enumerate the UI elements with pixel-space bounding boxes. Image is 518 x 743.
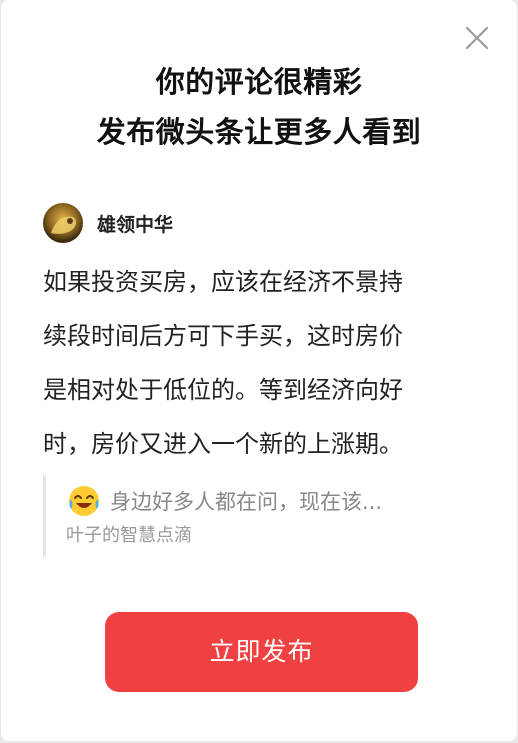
quoted-post-text: 身边好多人都在问，现在该... xyxy=(110,490,383,514)
close-button[interactable] xyxy=(463,24,491,52)
dialog-headline: 你的评论很精彩 xyxy=(155,65,363,99)
comment-line: 如果投资买房，应该在经济不景持 xyxy=(43,268,403,296)
comment-text: 如果投资买房，应该在经济不景持 续段时间后方可下手买，这时房价 是相对处于低位的… xyxy=(43,255,483,471)
comment-line: 是相对处于低位的。等到经济向好 xyxy=(43,376,403,404)
share-dialog: 你的评论很精彩 发布微头条让更多人看到 雄领中华 如果投资买房，应该在经济不景持… xyxy=(1,0,517,741)
comment-line: 时，房价又进入一个新的上涨期。 xyxy=(43,430,403,458)
dialog-subheadline: 发布微头条让更多人看到 xyxy=(96,115,422,149)
publish-button[interactable]: 立即发布 xyxy=(105,612,418,692)
quoted-post[interactable]: 身边好多人都在问，现在该... 叶子的智慧点滴 xyxy=(43,475,483,557)
close-icon xyxy=(465,26,489,50)
comment-line: 续段时间后方可下手买，这时房价 xyxy=(43,322,403,350)
comment-author: 雄领中华 xyxy=(43,202,173,244)
avatar xyxy=(43,203,83,243)
quoted-post-source: 叶子的智慧点滴 xyxy=(66,525,192,546)
author-name: 雄领中华 xyxy=(97,213,174,236)
laughing-crying-emoji-icon xyxy=(69,486,99,516)
